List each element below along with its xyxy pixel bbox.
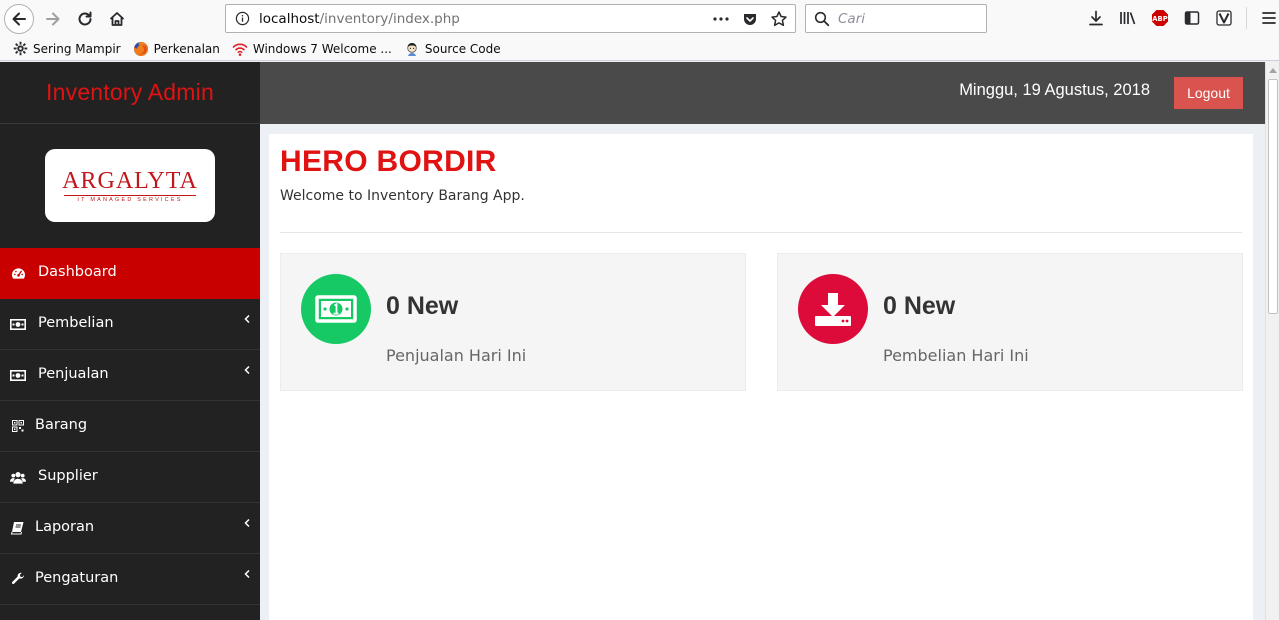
topbar: Minggu, 19 Agustus, 2018 Logout [260, 62, 1265, 124]
more-icon[interactable] [711, 9, 731, 29]
search-input[interactable] [838, 9, 978, 29]
bookmarks-bar: Sering Mampir Perkenalan Windows 7 Welco… [0, 37, 1279, 61]
gear-icon [12, 41, 28, 57]
brand-title: Inventory Admin [46, 79, 214, 105]
download-icon [815, 293, 851, 326]
chevron-left-icon [244, 365, 250, 375]
chevron-left-icon [244, 314, 250, 324]
browser-toolbar: localhost/inventory/index.php ABP [0, 0, 1279, 37]
library-icon[interactable] [1112, 6, 1144, 30]
bookmark-star-icon[interactable] [769, 9, 789, 29]
current-date: Minggu, 19 Agustus, 2018 [959, 81, 1150, 99]
logo-sub-text: IT MANAGED SERVICES [77, 196, 183, 203]
sidebar-item-pembelian[interactable]: Pembelian [0, 299, 260, 350]
bookmark-label: Perkenalan [153, 41, 220, 56]
person-icon [404, 41, 420, 57]
money-icon [10, 367, 26, 383]
stat-icon-circle [301, 274, 371, 344]
sidebar-item-pengaturan[interactable]: Pengaturan [0, 554, 260, 605]
qrcode-icon [10, 418, 26, 434]
vimium-icon[interactable] [1208, 6, 1240, 30]
sidebar-item-dashboard[interactable]: Dashboard [0, 248, 260, 299]
stat-label: Penjualan Hari Ini [386, 346, 527, 365]
stat-label: Pembelian Hari Ini [883, 346, 1029, 365]
back-button[interactable] [4, 4, 34, 34]
main-content: HERO BORDIR Welcome to Inventory Barang … [260, 124, 1265, 620]
sidebar-item-supplier[interactable]: Supplier [0, 452, 260, 503]
url-host: localhost [259, 11, 320, 27]
info-icon[interactable] [235, 11, 250, 26]
sidebar-menu: Dashboard Pembelian Penjualan Barang Sup… [0, 248, 260, 605]
money-bill-icon [315, 295, 357, 323]
sidebar-item-label: Penjualan [38, 366, 109, 382]
stat-value: 0 New [386, 292, 459, 320]
url-text[interactable]: localhost/inventory/index.php [259, 11, 460, 27]
page-scrollbar[interactable] [1265, 62, 1279, 620]
sidebar-item-label: Pengaturan [35, 570, 119, 586]
dashboard-icon [10, 265, 26, 281]
home-icon [109, 12, 125, 26]
forward-button[interactable] [38, 4, 68, 34]
sidebar-item-label: Pembelian [38, 315, 114, 331]
wifi-icon [232, 41, 248, 57]
reload-icon [78, 11, 92, 26]
logo-main-text: ARGALYTA [62, 167, 198, 194]
scrollbar-thumb[interactable] [1268, 79, 1278, 314]
sidebar-item-label: Supplier [38, 468, 98, 484]
welcome-text: Welcome to Inventory Barang App. [280, 188, 525, 204]
home-button[interactable] [102, 4, 132, 34]
brand-header[interactable]: Inventory Admin [0, 62, 260, 124]
reload-button[interactable] [70, 4, 100, 34]
arrow-left-icon [12, 12, 26, 26]
page-title: HERO BORDIR [280, 145, 497, 178]
bookmark-source-code[interactable]: Source Code [404, 41, 501, 57]
logo-divider [64, 194, 196, 196]
sidebar-item-label: Dashboard [38, 264, 117, 280]
wrench-icon [10, 571, 26, 587]
bookmark-windows-7-welcome[interactable]: Windows 7 Welcome ... [232, 41, 392, 57]
url-bar[interactable]: localhost/inventory/index.php [225, 4, 796, 33]
bookmark-sering-mampir[interactable]: Sering Mampir [12, 41, 121, 57]
url-actions [711, 9, 789, 29]
stat-card-penjualan: 0 New Penjualan Hari Ini [280, 253, 746, 391]
sidebar-item-laporan[interactable]: Laporan [0, 503, 260, 554]
dashboard-panel: HERO BORDIR Welcome to Inventory Barang … [269, 134, 1253, 620]
chevron-left-icon [244, 518, 250, 528]
chevron-left-icon [244, 569, 250, 579]
pocket-icon[interactable] [740, 9, 760, 29]
scroll-up-arrow[interactable] [1269, 68, 1277, 73]
stat-card-pembelian: 0 New Pembelian Hari Ini [777, 253, 1243, 391]
hamburger-menu-icon[interactable] [1253, 6, 1279, 30]
sidebar-item-label: Barang [35, 417, 88, 433]
money-icon [10, 316, 26, 332]
sidebar-icon[interactable] [1176, 6, 1208, 30]
arrow-right-icon [46, 12, 60, 26]
company-logo: ARGALYTA IT MANAGED SERVICES [45, 149, 215, 222]
url-path: /inventory/index.php [319, 11, 460, 27]
stat-icon-circle [798, 274, 868, 344]
bookmark-perkenalan[interactable]: Perkenalan [133, 41, 220, 57]
book-icon [10, 520, 26, 536]
divider [280, 232, 1242, 233]
bookmark-label: Sering Mampir [33, 41, 121, 56]
bookmark-label: Source Code [424, 41, 501, 56]
sidebar: Inventory Admin ARGALYTA IT MANAGED SERV… [0, 62, 260, 620]
logout-button[interactable]: Logout [1174, 77, 1243, 109]
adblock-icon[interactable]: ABP [1144, 6, 1176, 30]
sidebar-item-penjualan[interactable]: Penjualan [0, 350, 260, 401]
firefox-icon [133, 41, 149, 57]
search-bar[interactable] [805, 4, 987, 33]
sidebar-item-label: Laporan [35, 519, 95, 535]
stat-value: 0 New [883, 292, 956, 320]
download-icon[interactable] [1080, 6, 1112, 30]
bookmark-label: Windows 7 Welcome ... [252, 41, 392, 56]
toolbar-separator [1246, 7, 1247, 29]
users-icon [10, 469, 26, 485]
adblock-label: ABP [1152, 15, 1167, 23]
app: Inventory Admin ARGALYTA IT MANAGED SERV… [0, 62, 1265, 620]
search-icon [814, 11, 830, 27]
sidebar-item-barang[interactable]: Barang [0, 401, 260, 452]
toolbar-icons: ABP [1080, 6, 1279, 30]
